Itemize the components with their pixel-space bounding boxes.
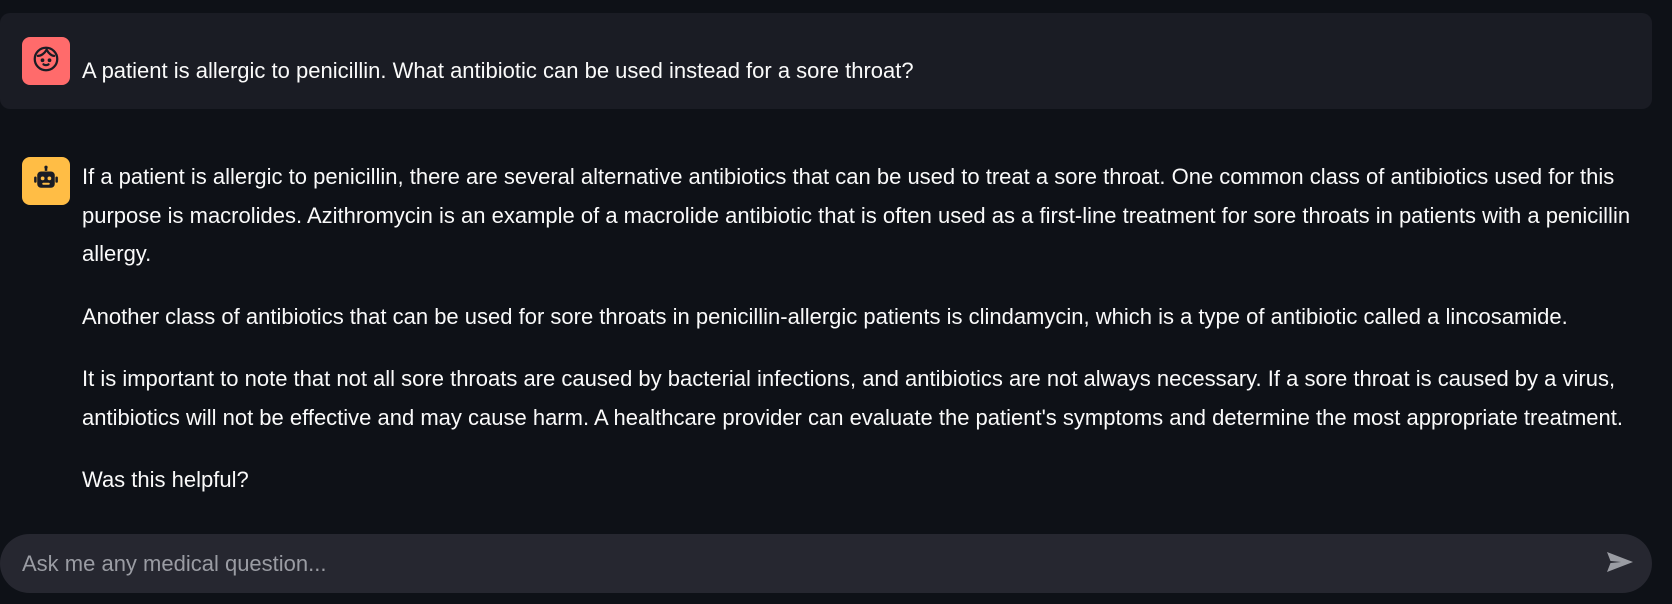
- send-button[interactable]: [1602, 546, 1638, 582]
- user-face-icon: [31, 44, 61, 79]
- assistant-avatar: [22, 157, 70, 205]
- assistant-paragraph: Was this helpful?: [82, 467, 249, 492]
- assistant-paragraph: Another class of antibiotics that can be…: [82, 303, 1568, 329]
- assistant-message: If a patient is allergic to penicillin, …: [82, 158, 1650, 510]
- assistant-paragraph: It is important to note that not all sor…: [82, 366, 1623, 430]
- assistant-paragraph: If a patient is allergic to penicillin, …: [82, 164, 1631, 266]
- send-icon: [1606, 550, 1634, 579]
- chat-input-bar: [0, 534, 1652, 593]
- user-message: A patient is allergic to penicillin. Wha…: [0, 13, 1652, 109]
- robot-icon: [31, 164, 61, 199]
- chat-app: A patient is allergic to penicillin. Wha…: [0, 0, 1672, 604]
- scroll-clip: [0, 510, 1672, 532]
- user-avatar: [22, 37, 70, 85]
- chat-input[interactable]: [22, 534, 1562, 593]
- user-message-text: A patient is allergic to penicillin. Wha…: [82, 58, 914, 83]
